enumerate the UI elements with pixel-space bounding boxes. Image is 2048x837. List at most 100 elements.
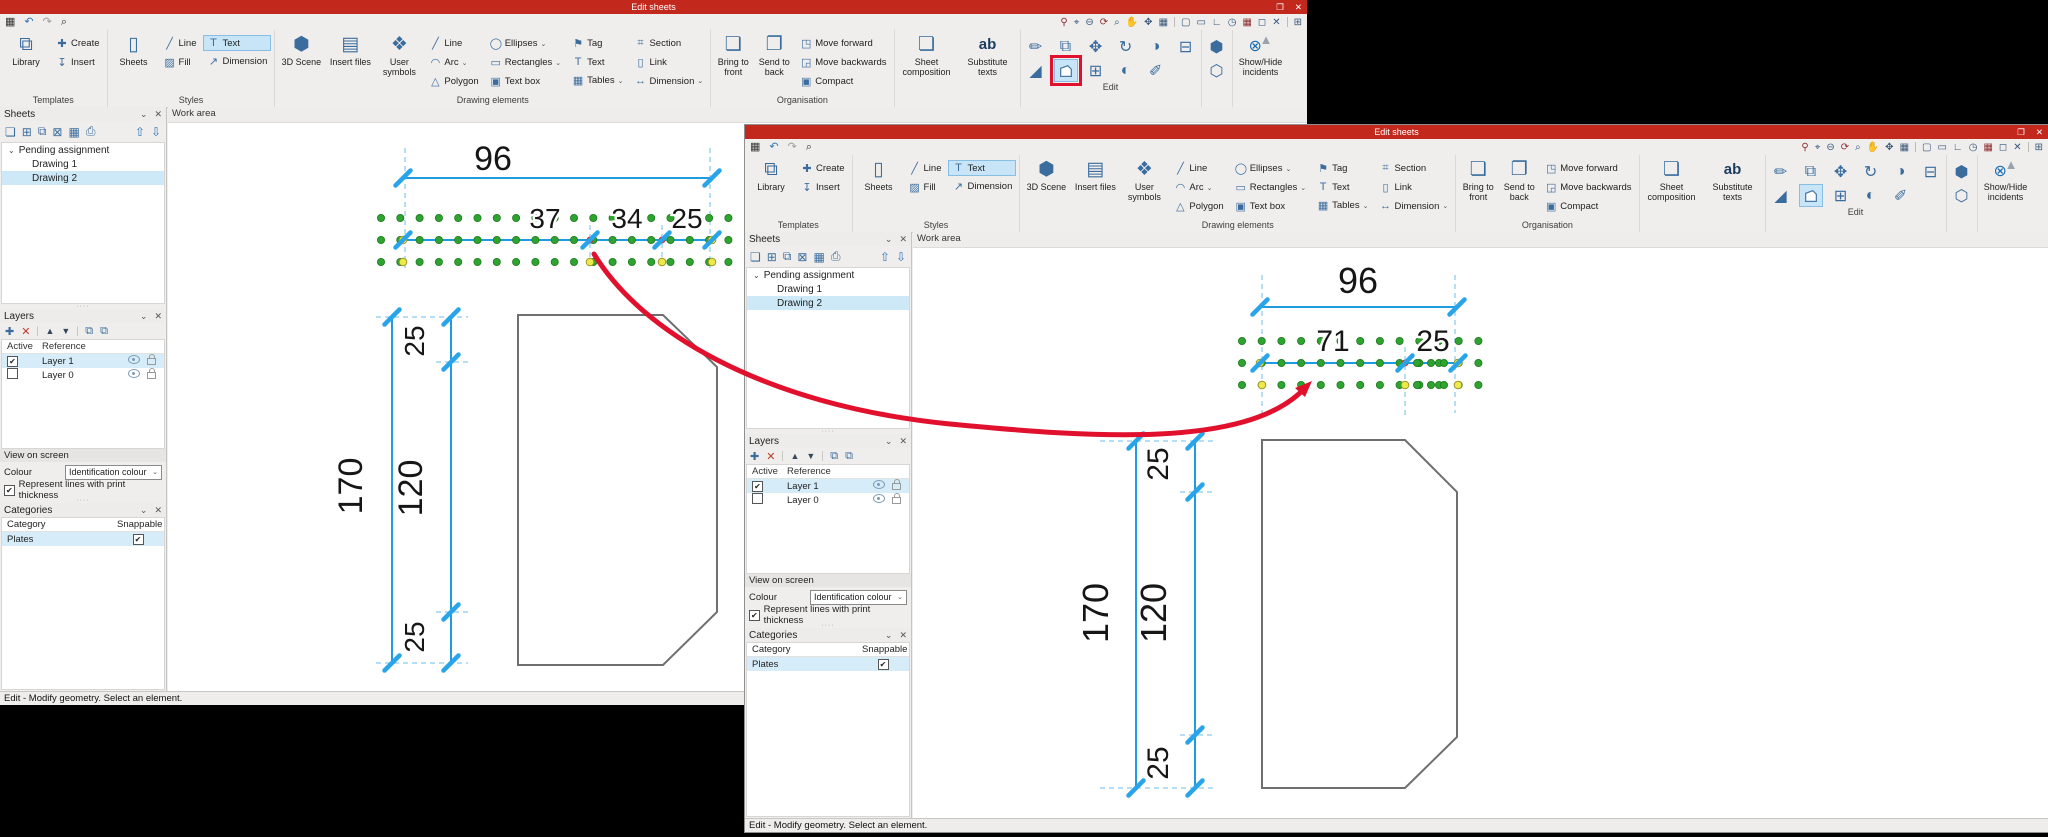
- show-hide-incidents-button[interactable]: ▲ ⊗ Show/Hide incidents: [1982, 157, 2030, 219]
- lock-icon[interactable]: [892, 479, 901, 490]
- lock-icon[interactable]: [147, 354, 156, 365]
- save-icon[interactable]: ▦: [5, 14, 15, 30]
- tree-item-drawing-2[interactable]: Drawing 2: [747, 296, 909, 310]
- layout-icon[interactable]: ⊞: [2035, 142, 2043, 153]
- search-icon[interactable]: ⌕: [61, 14, 67, 30]
- duplicate-button[interactable]: ⧉: [1055, 36, 1077, 57]
- edit-grid-icon[interactable]: ▦: [68, 125, 79, 139]
- link-button[interactable]: ▯ Link: [631, 55, 706, 70]
- move-down-icon[interactable]: ⇩: [896, 250, 906, 264]
- substitute-texts-button[interactable]: ab Substitute texts: [960, 32, 1016, 94]
- layer-active-checkbox[interactable]: [7, 368, 18, 379]
- text-box-button[interactable]: ▣ Text box: [1232, 199, 1309, 214]
- section-button[interactable]: ⌗ Section: [1376, 161, 1451, 176]
- zoom-all-icon[interactable]: ⌖: [1815, 142, 1821, 153]
- visibility-icon[interactable]: [128, 355, 140, 364]
- layer-active-checkbox[interactable]: [752, 493, 763, 504]
- visibility-icon[interactable]: [873, 494, 885, 503]
- 3d-view-alt-button[interactable]: ⬡: [1206, 60, 1228, 81]
- user-symbols-button[interactable]: ❖ User symbols: [377, 32, 421, 94]
- scale-icon[interactable]: ▭: [1937, 142, 1946, 153]
- text-button[interactable]: T Text: [1314, 180, 1371, 194]
- move-backwards-button[interactable]: ◲ Move backwards: [797, 55, 889, 70]
- format-painter-button[interactable]: ✐: [1890, 185, 1912, 206]
- colour-dropdown[interactable]: Identification colour ⌄: [810, 589, 907, 605]
- create-button[interactable]: ✚ Create: [798, 161, 848, 176]
- add-layer-icon[interactable]: ✚: [5, 325, 14, 338]
- full-screen-icon[interactable]: ▦: [1900, 142, 1909, 153]
- scale-icon[interactable]: ▭: [1196, 17, 1205, 28]
- text-box-button[interactable]: ▣ Text box: [487, 74, 564, 89]
- layer-active-checkbox[interactable]: ✔: [752, 480, 763, 492]
- search-icon[interactable]: ⌕: [806, 139, 812, 155]
- 3d-view-button[interactable]: ⬢: [1951, 161, 1973, 182]
- comment-icon[interactable]: ◻: [1999, 142, 2007, 153]
- tree-root-pending-assignment[interactable]: ⌄ Pending assignment: [2, 143, 164, 157]
- zoom-previous-icon[interactable]: ⊖: [1826, 142, 1834, 153]
- titlebar[interactable]: Edit sheets ❐ ✕: [745, 125, 2048, 139]
- line-button[interactable]: ╱ Line: [1171, 161, 1226, 176]
- collapse-panel-icon[interactable]: ⌄: [140, 109, 148, 120]
- ellipses-button[interactable]: ◯ Ellipses ⌄: [1232, 161, 1309, 176]
- close-panel-icon[interactable]: ✕: [154, 109, 162, 120]
- layout-icon[interactable]: ⊞: [1294, 17, 1302, 28]
- undo-icon[interactable]: ↶: [769, 139, 778, 155]
- thickness-checkbox[interactable]: ✔: [749, 609, 760, 621]
- restore-button[interactable]: ❐: [2017, 125, 2025, 139]
- sheets-style-button[interactable]: ▯ Sheets: [112, 32, 156, 94]
- close-panel-icon[interactable]: ✕: [899, 436, 907, 447]
- orthogonal-icon[interactable]: ∟: [1212, 17, 1222, 28]
- duplicate-button[interactable]: ⧉: [1800, 161, 1822, 182]
- save-icon[interactable]: ▦: [750, 139, 760, 155]
- create-button[interactable]: ✚ Create: [53, 36, 103, 51]
- visibility-icon[interactable]: [128, 369, 140, 378]
- close-panel-icon[interactable]: ✕: [899, 630, 907, 641]
- zoom-dynamic-icon[interactable]: ⟳: [1100, 17, 1108, 28]
- delete-layer-icon[interactable]: ✕: [21, 325, 30, 338]
- polygon-button[interactable]: △ Polygon: [1171, 199, 1226, 214]
- tag-button[interactable]: ⚑ Tag: [569, 36, 626, 51]
- zoom-previous-icon[interactable]: ⊖: [1085, 17, 1093, 28]
- lock-icon[interactable]: [147, 368, 156, 379]
- 3d-view-button[interactable]: ⬢: [1206, 36, 1228, 57]
- layer-active-checkbox[interactable]: ✔: [7, 355, 18, 367]
- format-painter-button[interactable]: ✐: [1145, 60, 1167, 81]
- print-sheet-icon[interactable]: ⎙: [831, 249, 841, 264]
- half-mirror-button[interactable]: ◐: [1860, 185, 1882, 206]
- move-down-icon[interactable]: ⇩: [151, 125, 161, 139]
- rotate-button[interactable]: ↻: [1860, 161, 1882, 182]
- eraser-button[interactable]: ◢: [1025, 60, 1047, 81]
- tables-button[interactable]: ▦ Tables ⌄: [569, 73, 626, 88]
- layer-up-icon[interactable]: ▲: [790, 451, 799, 461]
- move-up-icon[interactable]: ⇧: [135, 125, 145, 139]
- fill-style-button[interactable]: ▨ Fill: [161, 55, 200, 70]
- 3d-scene-button[interactable]: ⬢ 3D Scene: [1024, 157, 1068, 219]
- insert-button[interactable]: ↧ Insert: [53, 55, 103, 70]
- tree-root-pending-assignment[interactable]: ⌄ Pending assignment: [747, 268, 909, 282]
- lock-icon[interactable]: [892, 493, 901, 504]
- dimension-style-button[interactable]: ↗ Dimension: [204, 54, 270, 69]
- eraser-button[interactable]: ◢: [1770, 185, 1792, 206]
- layer-up-icon[interactable]: ▲: [45, 326, 54, 336]
- ole-link-button[interactable]: ⊟: [1175, 36, 1197, 57]
- delete-layer-icon[interactable]: ✕: [766, 450, 775, 463]
- send-to-back-button[interactable]: ❐ Send to back: [756, 32, 792, 94]
- mirror-button[interactable]: ◑: [1145, 36, 1167, 57]
- sheet-composition-button[interactable]: ❏ Sheet composition: [899, 32, 955, 94]
- pan-icon[interactable]: ✋: [1126, 17, 1138, 28]
- zoom-dynamic-icon[interactable]: ⟳: [1841, 142, 1849, 153]
- close-panel-icon[interactable]: ✕: [154, 505, 162, 516]
- delete-sheet-icon[interactable]: ⊠: [52, 125, 62, 139]
- arc-button[interactable]: ◠ Arc ⌄: [1171, 180, 1226, 195]
- move-forward-button[interactable]: ◳ Move forward: [1542, 161, 1634, 176]
- substitute-texts-button[interactable]: ab Substitute texts: [1705, 157, 1761, 219]
- text-button[interactable]: T Text: [569, 55, 626, 69]
- merge-down-icon[interactable]: ⧉: [845, 450, 853, 463]
- close-button[interactable]: ✕: [1295, 0, 1302, 14]
- move-button[interactable]: ✥: [1085, 36, 1107, 57]
- ole-link-button[interactable]: ⊟: [1920, 161, 1942, 182]
- text-style-button[interactable]: T Text: [203, 35, 272, 51]
- move-button[interactable]: ✥: [1830, 161, 1852, 182]
- show-hide-incidents-button[interactable]: ▲ ⊗ Show/Hide incidents: [1237, 32, 1285, 94]
- layer-down-icon[interactable]: ▼: [61, 326, 70, 336]
